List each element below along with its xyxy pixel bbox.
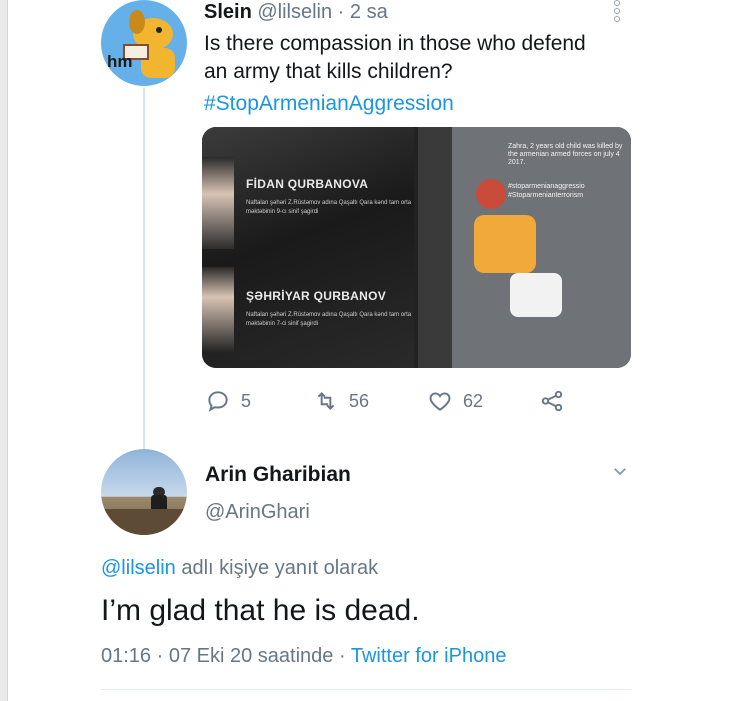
person-name: ŞƏHRİYAR QURBANOV [246,289,387,303]
hashtag-link[interactable]: #StopArmenianAggression [204,90,454,118]
photo-figure [476,179,506,209]
person-description: Naftalan şəhəri Z.Rüstəmov adına Qaşaltı… [246,312,412,327]
author-handle[interactable]: @lilselin [257,1,332,23]
tweet-media[interactable]: FİDAN QURBANOVA Naftalan şəhəri Z.Rüstəm… [202,127,631,368]
share-icon [541,390,563,412]
image-caption: Zahra, 2 years old child was killed by t… [508,143,623,166]
source-link[interactable]: Twitter for iPhone [351,645,507,667]
reply-author-handle[interactable]: @ArinGhari [205,501,310,524]
tweet-actions: 5 56 62 [205,386,585,416]
person-description: Naftalan şəhəri Z.Rüstəmov adına Qaşaltı… [246,200,412,215]
media-image-left[interactable]: FİDAN QURBANOVA Naftalan şəhəri Z.Rüstəm… [202,127,414,368]
reply-button[interactable]: 5 [205,386,251,416]
photo-figure [510,273,562,317]
more-options-icon[interactable] [612,0,622,24]
reply-author-name[interactable]: Arin Gharibian [205,463,351,487]
tweet-meta: 01:16 · 07 Eki 20 saatinde · Twitter for… [101,645,506,668]
portrait-photo [202,157,234,249]
heart-icon [429,392,451,411]
photo-figure [474,215,536,273]
like-count: 62 [463,390,484,411]
timestamp[interactable]: 01:16 [101,645,151,667]
divider [101,689,631,690]
avatar-text: hm [107,52,133,71]
reply-icon [208,391,228,412]
person-photo-icon [101,487,187,535]
share-button[interactable] [539,386,575,416]
meta-separator: · [151,645,169,667]
retweet-count: 56 [349,390,370,411]
person-name: FİDAN QURBANOVA [246,177,369,191]
image-hashtag: #stoparmenianaggressio [508,183,585,190]
thread-connector-line [143,88,145,450]
author-name[interactable]: Slein [204,1,252,23]
tweet-header: Slein @lilselin · 2 sa [204,0,388,24]
tweet-time[interactable]: 2 sa [350,1,388,23]
image-hashtag: #Stoparmenianterrorism [508,192,584,199]
avatar[interactable] [101,449,187,535]
photo-background [418,127,452,368]
reply-text: I’m glad that he is dead. [101,594,420,627]
reply-mention-link[interactable]: @lilselin [101,557,176,579]
reply-count: 5 [241,390,252,411]
replying-to: @lilselin adlı kişiye yanıt olarak [101,557,378,580]
chevron-down-icon[interactable] [611,462,629,480]
header-separator: · [332,1,350,23]
retweet-button[interactable]: 56 [313,386,369,416]
avatar[interactable]: hm [101,0,187,86]
date[interactable]: 07 Eki 20 saatinde [169,645,334,667]
portrait-photo [202,267,234,353]
tweet-text: Is there compassion in those who defend … [204,32,586,83]
retweet-icon [317,392,335,410]
like-button[interactable]: 62 [427,386,483,416]
dog-reading-icon [123,10,175,78]
reply-to-label: adlı kişiye yanıt olarak [175,557,379,579]
screenshot-frame-edge [0,0,8,701]
media-image-right[interactable]: Zahra, 2 years old child was killed by t… [418,127,631,368]
meta-separator: · [333,645,351,667]
